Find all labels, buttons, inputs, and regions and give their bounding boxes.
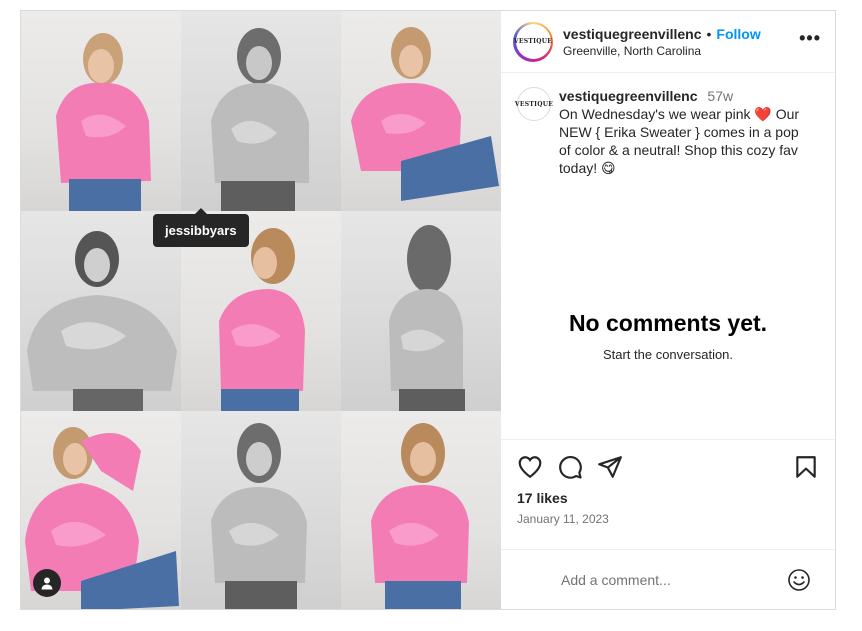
bookmark-icon[interactable]	[793, 454, 819, 480]
person-icon	[41, 577, 53, 590]
post-image[interactable]: jessibbyars	[21, 11, 501, 609]
post-date[interactable]: January 11, 2023	[517, 512, 819, 526]
comments-empty-state: No comments yet. Start the conversation.	[501, 233, 835, 439]
location-link[interactable]: Greenville, North Carolina	[563, 44, 799, 58]
photo-tile	[181, 411, 341, 609]
comment-icon[interactable]	[557, 454, 583, 480]
brand-logo: VESTIQUE	[513, 38, 553, 45]
follow-button[interactable]: Follow	[716, 26, 760, 42]
photo-tile	[341, 411, 501, 609]
add-comment-bar: Add a comment...	[501, 549, 835, 609]
more-options-icon[interactable]: •••	[799, 28, 821, 55]
caption-username[interactable]: vestiquegreenvillenc	[559, 88, 698, 104]
actions-section: 17 likes January 11, 2023	[501, 439, 835, 549]
yum-emoji-icon: 😋	[601, 160, 616, 176]
like-count[interactable]: 17 likes	[517, 490, 819, 506]
username-link[interactable]: vestiquegreenvillenc	[563, 26, 702, 42]
no-comments-title: No comments yet.	[568, 310, 768, 336]
photo-tile	[181, 11, 341, 211]
photo-tile	[341, 11, 501, 211]
caption-timestamp[interactable]: 57w	[707, 88, 733, 104]
avatar[interactable]: VESTIQUE	[513, 21, 553, 62]
post-dialog: jessibbyars VESTIQUE vestiquegreenvillen…	[20, 10, 836, 610]
photo-tile	[341, 211, 501, 411]
share-icon[interactable]	[597, 454, 623, 480]
post-header: VESTIQUE vestiquegreenvillenc • Follow G…	[501, 11, 835, 73]
caption-avatar[interactable]: VESTIQUE	[515, 87, 553, 121]
caption-text-part1: On Wednesday's we wear pink	[559, 106, 755, 122]
post-side-panel: VESTIQUE vestiquegreenvillenc • Follow G…	[501, 11, 835, 609]
no-comments-subtitle: Start the conversation.	[602, 347, 734, 362]
photo-tile	[21, 11, 181, 211]
separator-dot: •	[706, 25, 712, 42]
user-tags-button[interactable]	[33, 569, 61, 597]
emoji-picker-icon[interactable]	[787, 568, 811, 592]
heart-emoji-icon: ❤️	[754, 106, 772, 122]
user-tag-tooltip[interactable]: jessibbyars	[153, 208, 249, 247]
comment-input[interactable]: Add a comment...	[561, 572, 787, 588]
like-heart-icon[interactable]	[517, 454, 543, 480]
